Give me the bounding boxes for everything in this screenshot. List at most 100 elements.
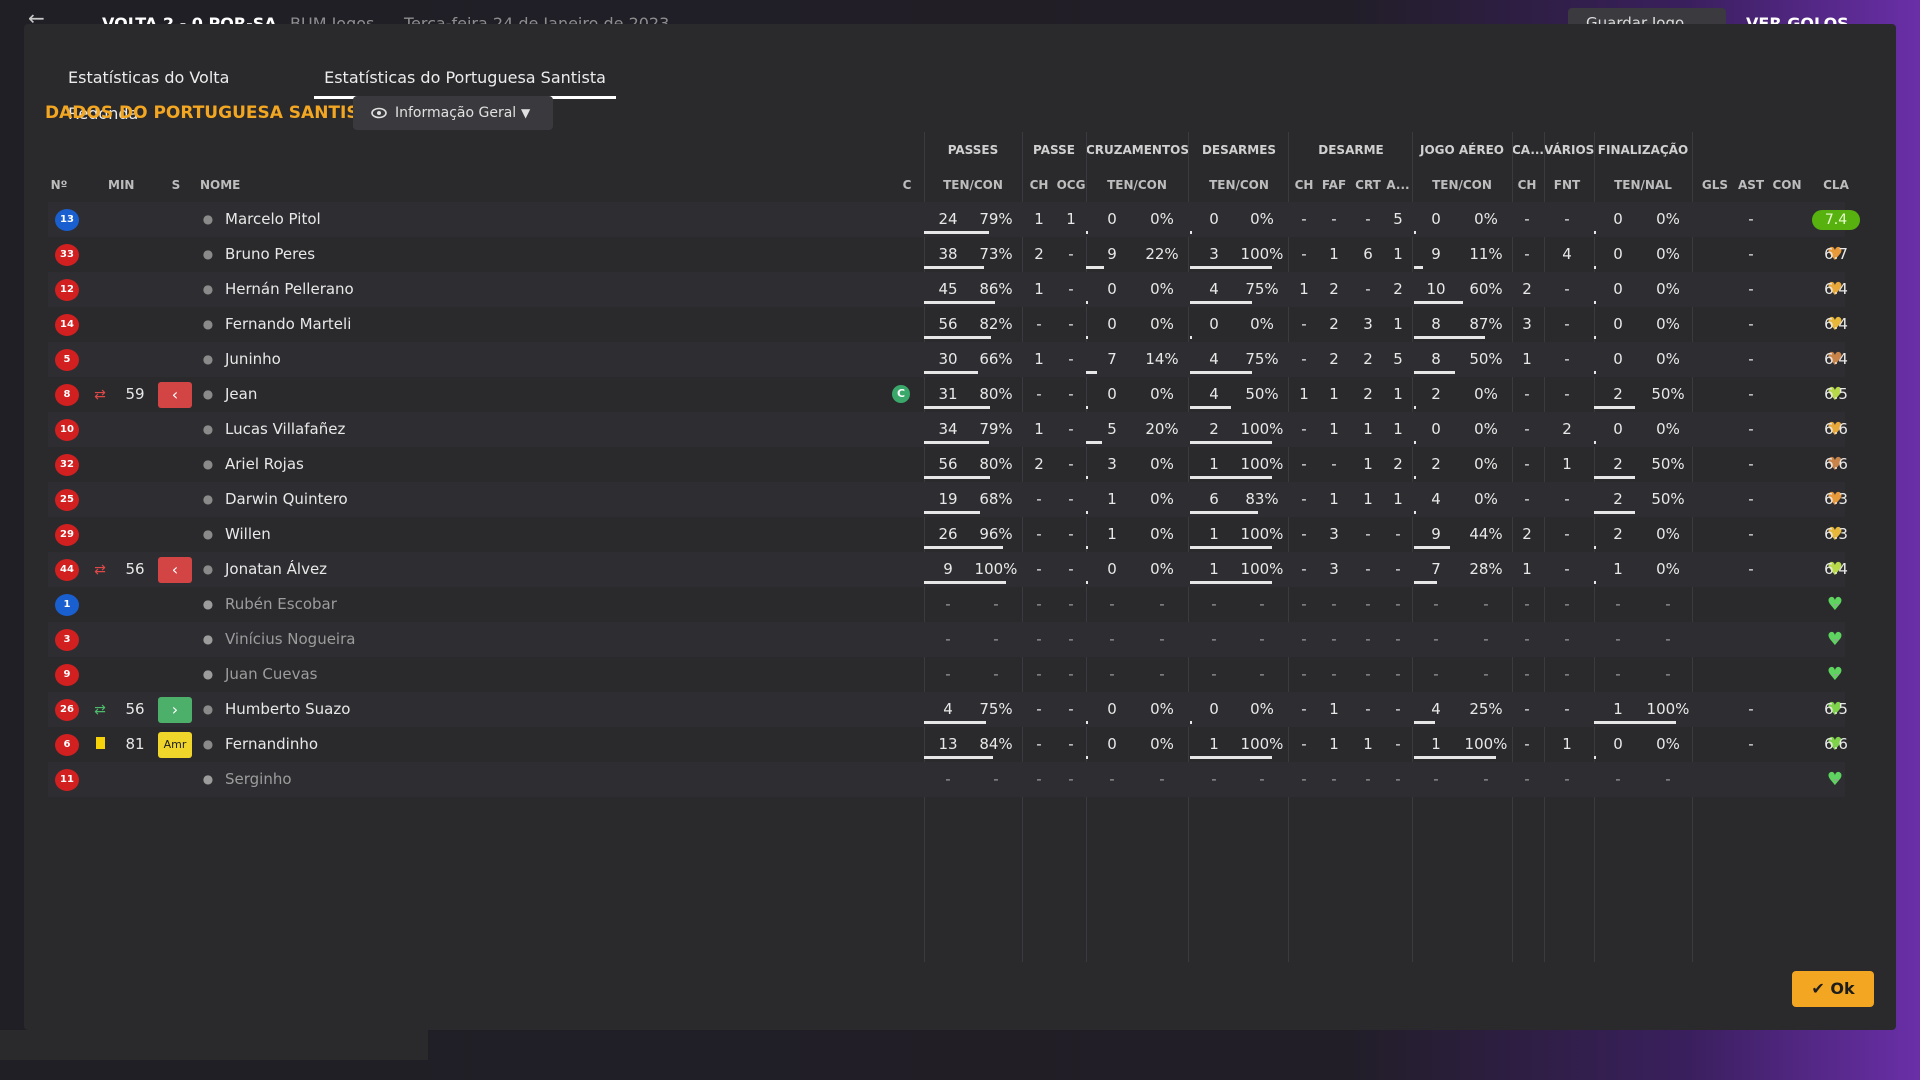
- player-row[interactable]: 33 ● Bruno Peres 38 73% 2-9 22% 3 100% -1 6 1 9 11% -4…: [48, 237, 1848, 272]
- cell-dfaf: -: [1331, 595, 1337, 613]
- cell-da: 1: [1393, 315, 1403, 333]
- column-header-cach[interactable]: CH: [1514, 178, 1540, 192]
- player-of-match-rating: 7.4: [1812, 210, 1860, 230]
- column-header-con[interactable]: CON: [1770, 178, 1804, 192]
- substituted-on-icon[interactable]: ›: [158, 697, 192, 723]
- player-row[interactable]: 14 ● Fernando Marteli 56 82% - -0 0% 0 0% -2 3 1 8 87%…: [48, 307, 1848, 342]
- column-header-s[interactable]: S: [170, 178, 182, 192]
- column-header-cruz[interactable]: TEN/CON: [1086, 178, 1188, 192]
- player-row[interactable]: 8 ⇄ ‹ 59 ● Jean C 31 80% - -0 0% 4 50% 1 1 2 1 2 0% - -2 50% - ♥…: [48, 377, 1848, 412]
- cell-fi_t: -: [1615, 665, 1621, 683]
- cell-dcrt: -: [1365, 280, 1371, 298]
- cell-cla: 6.7: [1824, 245, 1848, 263]
- player-row[interactable]: 44 ⇄ ‹ 56 ● Jonatan Álvez 9 100% - -0 0% 1 100% -3- -7…: [48, 552, 1848, 587]
- view-dropdown[interactable]: Informação Geral ▼: [353, 96, 553, 130]
- success-rate-bar: [1414, 336, 1485, 339]
- cell-dfaf: 1: [1329, 735, 1339, 753]
- column-header-num[interactable]: Nº: [50, 178, 68, 192]
- substituted-off-icon[interactable]: ‹: [158, 557, 192, 583]
- substituted-off-icon[interactable]: ‹: [158, 382, 192, 408]
- success-rate-bar: [1086, 266, 1104, 269]
- player-row[interactable]: 5 ● Juninho 30 66% 1-7 14% 4 75% -2 2 5 8 50% 1-0 0% - ♥ 6…: [48, 342, 1848, 377]
- substitution-icon: ⇄: [94, 387, 106, 403]
- cell-cr_p: 0%: [1150, 280, 1174, 298]
- cell-ae_p: 0%: [1474, 455, 1498, 473]
- player-row[interactable]: 1 ● Rubén Escobar - - - - - - - - - - - - - - - - - - ♥ -: [48, 587, 1845, 622]
- column-header-c[interactable]: C: [898, 178, 916, 192]
- cell-name: Jonatan Álvez: [225, 560, 328, 578]
- success-rate-bar: [1594, 721, 1676, 724]
- cell-min: [122, 762, 148, 797]
- cell-p_p: -: [993, 595, 999, 613]
- player-icon: ●: [202, 317, 214, 331]
- player-row[interactable]: 13 ● Marcelo Pitol 24 79% 1 1 0 0% 0 0% - - -5 0 0% - -0 0…: [48, 202, 1860, 237]
- column-header-dch[interactable]: CH: [1294, 178, 1314, 192]
- column-header-fnt[interactable]: FNT: [1550, 178, 1584, 192]
- cell-ast: -: [1748, 490, 1754, 508]
- substitution-icon: ⇄: [94, 562, 106, 578]
- cell-cr_t: 0: [1107, 700, 1117, 718]
- tab-volta-redonda[interactable]: Estatísticas do Volta Redonda: [68, 60, 276, 123]
- column-header-des[interactable]: TEN/CON: [1190, 178, 1288, 192]
- cell-ae_t: -: [1433, 595, 1439, 613]
- success-rate-bar: [1594, 441, 1596, 444]
- cell-pch: -: [1036, 490, 1042, 508]
- tab-portuguesa-santista[interactable]: Estatísticas do Portuguesa Santista: [314, 60, 616, 99]
- player-row[interactable]: 9 ● Juan Cuevas - - - - - - - - - - - - - - - - - - ♥ -: [48, 657, 1845, 692]
- success-rate-bar: [1086, 476, 1088, 479]
- cell-ast: [1736, 622, 1766, 657]
- column-header-passes[interactable]: TEN/CON: [924, 178, 1022, 192]
- player-row[interactable]: 10 ● Lucas Villafañez 34 79% 1-5 20% 2 100% -1 1 1 0…: [48, 412, 1848, 447]
- column-header-gls[interactable]: GLS: [1700, 178, 1730, 192]
- cell-cr_t: -: [1109, 665, 1115, 683]
- column-header-dcrt[interactable]: CRT: [1354, 178, 1382, 192]
- column-header-aereo[interactable]: TEN/CON: [1414, 178, 1510, 192]
- cell-fi_t: -: [1615, 770, 1621, 788]
- ok-button[interactable]: ✔ Ok: [1792, 971, 1874, 1007]
- player-row[interactable]: 26 ⇄ › 56 ● Humberto Suazo 4 75% - -0 0% 0 0% -1- -4 25…: [48, 692, 1848, 727]
- player-row[interactable]: 3 ● Vinícius Nogueira - - - - - - - - - - - - - - - - - - ♥ -: [48, 622, 1845, 657]
- player-icon: ●: [202, 597, 214, 611]
- cell-p_t: -: [945, 770, 951, 788]
- success-rate-bar: [1086, 511, 1088, 514]
- column-header-pch[interactable]: CH: [1028, 178, 1050, 192]
- success-rate-bar: [1086, 336, 1088, 339]
- cell-ae_t: 2: [1431, 455, 1441, 473]
- player-row[interactable]: 6 Amr 81 ● Fernandinho 13 84% - -0 0% 1 100% -1 1-1 10…: [48, 727, 1848, 762]
- player-row[interactable]: 29 ● Willen 26 96% - -1 0% 1 100% -3- -9 44% 2-2 0% - ♥ 6…: [48, 517, 1848, 552]
- cell-da: 1: [1393, 490, 1403, 508]
- column-header-da[interactable]: A...: [1386, 178, 1410, 192]
- cell-dfaf: 1: [1329, 385, 1339, 403]
- column-header-dfaf[interactable]: FAF: [1320, 178, 1348, 192]
- column-header-fin[interactable]: TEN/NAL: [1594, 178, 1692, 192]
- success-rate-bar: [924, 371, 978, 374]
- column-header-cla[interactable]: CLA: [1818, 178, 1854, 192]
- player-row[interactable]: 25 ● Darwin Quintero 19 68% - -1 0% 6 83% -1 1 1 4 0% -…: [48, 482, 1848, 517]
- player-icon: ●: [202, 702, 214, 716]
- substitution-icon: ⇄: [94, 702, 106, 718]
- cell-min: [122, 237, 148, 272]
- cell-gls: [1700, 552, 1730, 587]
- success-rate-bar: [1594, 756, 1596, 759]
- panel-footer-stub: [0, 1030, 428, 1060]
- cell-fnt: 4: [1562, 245, 1572, 263]
- cell-cr_p: 0%: [1150, 455, 1174, 473]
- player-row[interactable]: 11 ● Serginho - - - - - - - - - - - - - - - - - - ♥ -: [48, 762, 1845, 797]
- column-header-min[interactable]: MIN: [108, 178, 134, 192]
- success-rate-bar: [924, 266, 984, 269]
- success-rate-bar: [1190, 336, 1192, 339]
- column-header-pocg[interactable]: OCG: [1056, 178, 1086, 192]
- cell-gls: [1700, 237, 1730, 272]
- player-row[interactable]: 12 ● Hernán Pellerano 45 86% 1-0 0% 4 75% 1 2-2 10 6…: [48, 272, 1848, 307]
- cell-ast: -: [1748, 210, 1754, 228]
- success-rate-bar: [924, 546, 1003, 549]
- cell-cla: 6.4: [1824, 560, 1848, 578]
- cell-name: Vinícius Nogueira: [225, 630, 356, 648]
- cell-dch: -: [1301, 350, 1307, 368]
- cell-min: 81: [125, 735, 145, 753]
- player-row[interactable]: 32 ● Ariel Rojas 56 80% 2-3 0% 1 100% - -1 2 2 0% -1 2 5…: [48, 447, 1848, 482]
- yellow-card-badge[interactable]: Amr: [158, 732, 192, 758]
- column-header-name[interactable]: NOME: [200, 178, 260, 192]
- cell-cr_p: 20%: [1145, 420, 1179, 438]
- column-header-ast[interactable]: AST: [1736, 178, 1766, 192]
